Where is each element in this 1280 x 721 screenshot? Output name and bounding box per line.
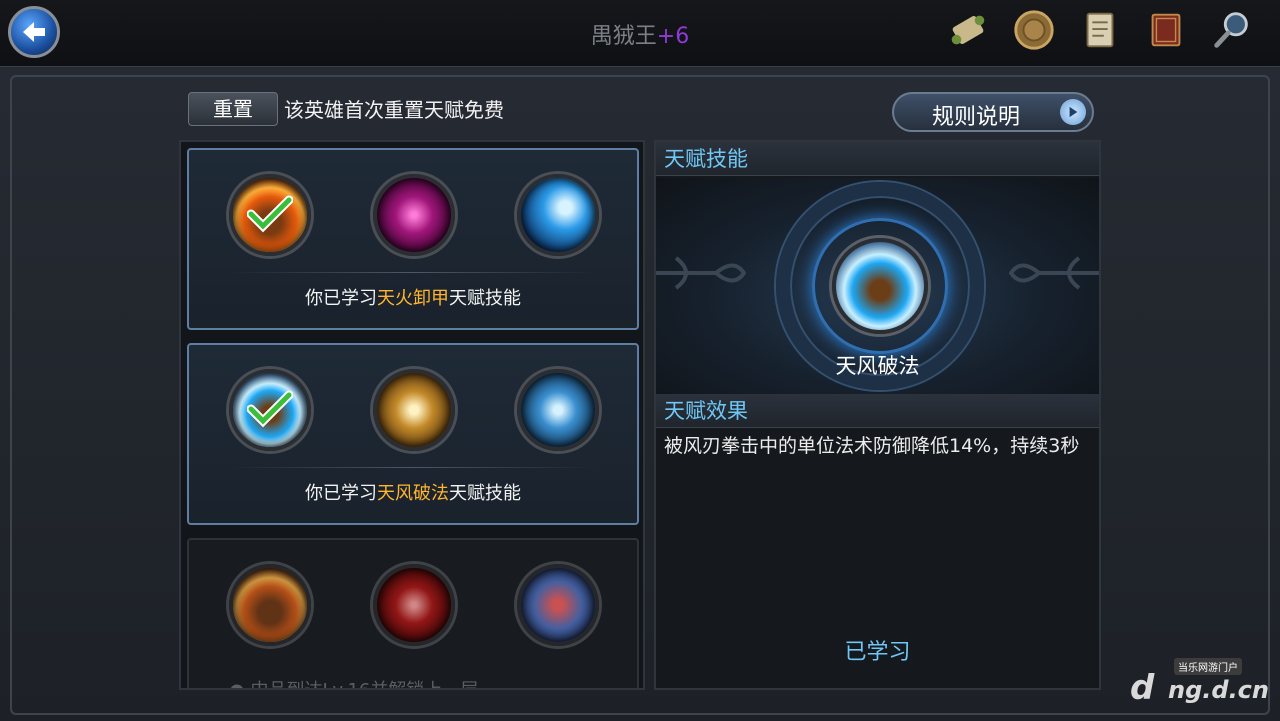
tier-status-text: 你已学习天火卸甲天赋技能 [189, 284, 637, 310]
reset-hint: 该英雄首次重置天赋免费 [284, 98, 504, 122]
talent-tier-2: 你已学习天风破法天赋技能 [187, 343, 639, 525]
play-arrow-icon [1060, 99, 1086, 125]
lock-requirement: 中品到达Lv.16并解锁上一层 [250, 680, 478, 688]
checkmark-icon [247, 390, 293, 428]
checkmark-icon [247, 195, 293, 233]
status-prefix: 你已学习 [305, 288, 377, 309]
rules-button[interactable]: 规则说明 [892, 92, 1094, 132]
watermark-tag: 当乐网游门户 [1174, 658, 1242, 675]
talent-tier-list[interactable]: 你已学习天火卸甲天赋技能 你已学习天风破法天赋技能 ● 中品到达Lv.16并解锁… [179, 140, 645, 690]
learned-skill-name: 天火卸甲 [377, 288, 449, 309]
status-prefix: 你已学习 [305, 483, 377, 504]
selected-skill-name: 天风破法 [835, 354, 920, 378]
coin-icon[interactable] [1010, 6, 1058, 54]
ornament-icon [656, 256, 746, 290]
skill-showcase: 天风破法 [656, 178, 1099, 394]
quest-paper-icon[interactable] [1076, 6, 1124, 54]
top-icon-bar [944, 6, 1256, 54]
blue-sword-icon[interactable] [517, 369, 599, 451]
lightning-blade-icon[interactable] [517, 174, 599, 256]
hero-name: 禺狨王 [590, 24, 657, 49]
lock-icon: ● [229, 680, 245, 688]
hero-level-plus: +6 [656, 24, 690, 49]
talent-tier-3: ● 中品到达Lv.16并解锁上一层 [187, 538, 639, 688]
tier-status-text: 你已学习天风破法天赋技能 [189, 479, 637, 505]
status-suffix: 天赋技能 [449, 483, 521, 504]
ornament-icon [1009, 256, 1099, 290]
magnifier-icon[interactable] [1208, 6, 1256, 54]
top-bar: 禺狨王+6 [0, 0, 1280, 68]
divider [229, 272, 597, 273]
selected-skill-icon [832, 238, 928, 334]
reset-button[interactable]: 重置 [188, 92, 278, 126]
talent-tier-1: 你已学习天火卸甲天赋技能 [187, 148, 639, 330]
pink-sword-icon[interactable] [373, 174, 455, 256]
golden-swords-icon[interactable] [373, 369, 455, 451]
divider [229, 467, 597, 468]
skill-section-header: 天赋技能 [656, 142, 1099, 176]
book-icon[interactable] [1142, 6, 1190, 54]
watermark-mark: d [1130, 668, 1155, 708]
watermark-site: ng.d.cn [1168, 676, 1269, 704]
status-suffix: 天赋技能 [449, 288, 521, 309]
learned-status: 已学习 [844, 640, 911, 665]
rules-button-label: 规则说明 [932, 105, 1021, 130]
learned-skill-name: 天风破法 [377, 483, 449, 504]
effect-description: 被风刃拳击中的单位法术防御降低14%，持续3秒 [664, 435, 1080, 457]
fire-fist-icon[interactable] [229, 564, 311, 646]
watermark-logo: d 当乐网游门户 ng.d.cn [1128, 656, 1269, 716]
red-blade-icon[interactable] [373, 564, 455, 646]
talent-detail-panel: 天赋技能 天风破法 天赋效果 被风刃拳击中的单位法术防御降低14%，持续3秒 已… [654, 140, 1101, 690]
effect-section-header: 天赋效果 [656, 394, 1099, 428]
scroll-icon[interactable] [944, 6, 992, 54]
tier-lock-text: ● 中品到达Lv.16并解锁上一层 [229, 676, 478, 688]
red-demon-icon[interactable] [517, 564, 599, 646]
